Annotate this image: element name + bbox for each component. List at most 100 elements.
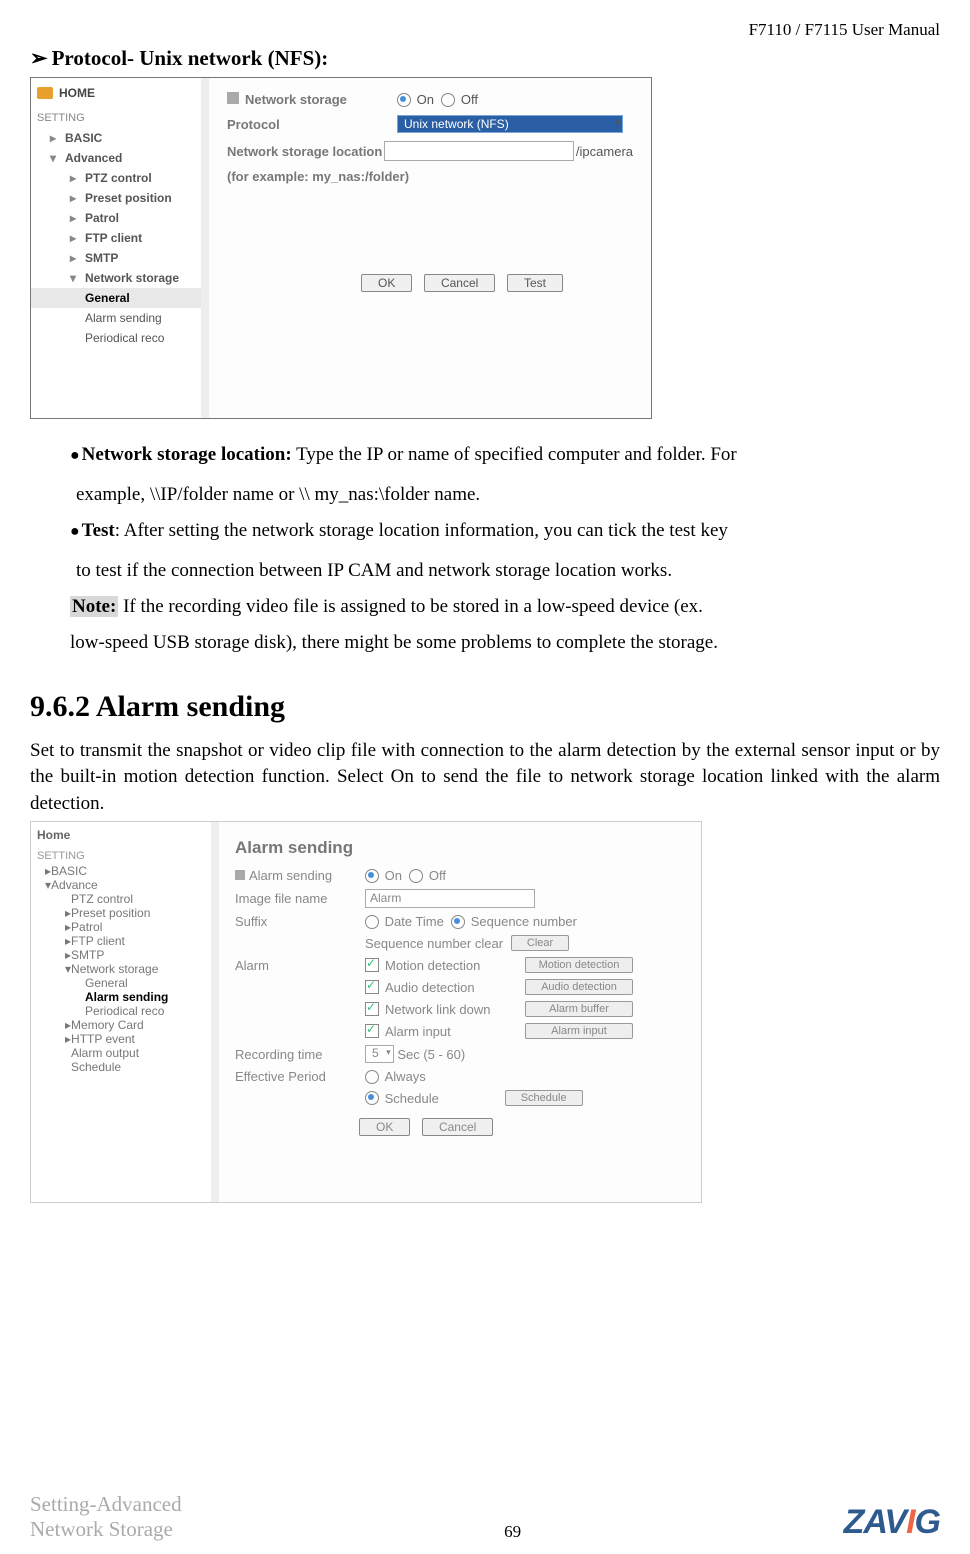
logo-g: G: [915, 1503, 940, 1541]
location-label: Network storage location: [227, 144, 384, 159]
radio-off[interactable]: [441, 93, 455, 107]
btn-alarm-buffer[interactable]: Alarm buffer: [525, 1001, 633, 1017]
sidebar-patrol[interactable]: ▸Patrol: [31, 920, 211, 934]
logo-i: I: [906, 1503, 914, 1541]
sidebar-alarm-output[interactable]: Alarm output: [31, 1046, 211, 1060]
sidebar-smtp[interactable]: ▸SMTP: [31, 948, 211, 962]
home-icon: [37, 87, 53, 99]
chk-network[interactable]: [365, 1002, 379, 1016]
zavig-logo: ZAVIG: [844, 1503, 940, 1542]
sidebar-smtp[interactable]: ▸SMTP: [31, 248, 201, 268]
sidebar-ftp[interactable]: ▸FTP client: [31, 228, 201, 248]
test-button[interactable]: Test: [507, 274, 563, 292]
section-title-text: Protocol- Unix network (NFS):: [52, 46, 329, 70]
chevron-icon: ▸: [67, 252, 79, 264]
sidebar-ptz[interactable]: ▸ PTZ control: [31, 168, 201, 188]
sidebar-basic[interactable]: ▸ BASIC: [31, 128, 201, 148]
alarm-title: Alarm sending: [235, 838, 687, 858]
sidebar-http-event[interactable]: ▸HTTP event: [31, 1032, 211, 1046]
scrollbar[interactable]: [211, 822, 219, 1202]
sidebar-home[interactable]: Home: [31, 822, 211, 848]
btn-alarm-input[interactable]: Alarm input: [525, 1023, 633, 1039]
chevron-icon: ▸: [67, 172, 79, 184]
cancel-button[interactable]: Cancel: [424, 274, 495, 292]
bullet2-a: : After setting the network storage loca…: [115, 520, 728, 541]
radio-on[interactable]: [397, 93, 411, 107]
protocol-label: Protocol: [227, 117, 397, 132]
sidebar-item-label: FTP client: [71, 934, 125, 948]
sidebar-periodical[interactable]: Periodical reco: [31, 328, 201, 348]
btn-motion[interactable]: Motion detection: [525, 957, 633, 973]
radio-schedule[interactable]: [365, 1091, 379, 1105]
sidebar-item-label: SMTP: [71, 948, 104, 962]
location-suffix: /ipcamera: [576, 144, 633, 159]
location-input[interactable]: [384, 141, 574, 161]
cancel-button[interactable]: Cancel: [422, 1118, 493, 1136]
sidebar-alarm-sending[interactable]: Alarm sending: [31, 308, 201, 328]
home-label: Home: [37, 828, 70, 842]
alarm-sending-text: Alarm sending: [249, 868, 332, 883]
btn-schedule[interactable]: Schedule: [505, 1090, 583, 1106]
radio-always[interactable]: [365, 1070, 379, 1084]
image-file-label: Image file name: [235, 891, 365, 906]
btn-audio[interactable]: Audio detection: [525, 979, 633, 995]
sidebar-preset[interactable]: ▸Preset position: [31, 188, 201, 208]
sidebar-basic[interactable]: ▸BASIC: [31, 864, 211, 878]
suffix-label: Suffix: [235, 914, 365, 929]
chk-motion-label: Motion detection: [385, 958, 525, 973]
radio-schedule-label: Schedule: [385, 1091, 505, 1106]
chk-audio-label: Audio detection: [385, 980, 525, 995]
sidebar-item-label: PTZ control: [85, 171, 152, 185]
book-icon: [227, 92, 239, 104]
ok-button[interactable]: OK: [361, 274, 412, 292]
sidebar-advanced[interactable]: ▾Advanced: [31, 148, 201, 168]
chk-motion[interactable]: [365, 958, 379, 972]
radio-on-label: On: [417, 92, 434, 107]
bullet1-label: Network storage location:: [82, 444, 292, 465]
sidebar-network-storage[interactable]: ▾Network storage: [31, 962, 211, 976]
chk-audio[interactable]: [365, 980, 379, 994]
image-file-input[interactable]: Alarm: [365, 889, 535, 908]
chevron-icon: ▸: [47, 132, 59, 144]
example-label: (for example: my_nas:/folder): [227, 169, 409, 184]
scrollbar[interactable]: [201, 78, 209, 418]
sidebar-network-storage[interactable]: ▾Network storage: [31, 268, 201, 288]
sidebar-general[interactable]: General: [31, 976, 211, 990]
chevron-down-icon: ▾: [67, 272, 79, 284]
radio-date[interactable]: [365, 915, 379, 929]
ss2-main: Alarm sending Alarm sending On Off Image…: [221, 822, 701, 1202]
heading-alarm-sending: 9.6.2 Alarm sending: [30, 690, 940, 724]
note-b: low-speed USB storage disk), there might…: [70, 625, 910, 661]
rec-time-unit: Sec (5 - 60): [397, 1047, 465, 1062]
sidebar-memory[interactable]: ▸Memory Card: [31, 1018, 211, 1032]
sidebar-periodical[interactable]: Periodical reco: [31, 1004, 211, 1018]
protocol-select[interactable]: Unix network (NFS)▾: [397, 115, 623, 133]
sidebar-home[interactable]: HOME: [31, 78, 201, 108]
radio-off[interactable]: [409, 869, 423, 883]
sidebar-setting-label: SETTING: [31, 848, 211, 864]
footer-left-2: Network Storage: [30, 1517, 182, 1542]
sidebar-basic-label: BASIC: [65, 131, 102, 145]
rec-time-select[interactable]: 5▾: [365, 1045, 394, 1063]
sidebar-general[interactable]: General: [31, 288, 201, 308]
sidebar-item-label: FTP client: [85, 231, 142, 245]
clear-button[interactable]: Clear: [511, 935, 569, 951]
radio-on-label: On: [385, 868, 402, 883]
radio-seq[interactable]: [451, 915, 465, 929]
footer-left: Setting-Advanced Network Storage: [30, 1492, 182, 1542]
sidebar-schedule[interactable]: Schedule: [31, 1060, 211, 1074]
sidebar-alarm-sending[interactable]: Alarm sending: [31, 990, 211, 1004]
radio-off-label: Off: [461, 92, 478, 107]
chevron-icon: ▸: [67, 212, 79, 224]
sidebar-patrol[interactable]: ▸Patrol: [31, 208, 201, 228]
ns-label: Network storage: [227, 92, 397, 107]
sidebar-ftp[interactable]: ▸FTP client: [31, 934, 211, 948]
sidebar-preset[interactable]: ▸Preset position: [31, 906, 211, 920]
rec-time-value: 5: [372, 1046, 379, 1060]
alarm-sending-label: Alarm sending: [235, 868, 365, 883]
ok-button[interactable]: OK: [359, 1118, 410, 1136]
sidebar-advance[interactable]: ▾Advance: [31, 878, 211, 892]
chk-alarm-input[interactable]: [365, 1024, 379, 1038]
radio-on[interactable]: [365, 869, 379, 883]
sidebar-ptz[interactable]: PTZ control: [31, 892, 211, 906]
